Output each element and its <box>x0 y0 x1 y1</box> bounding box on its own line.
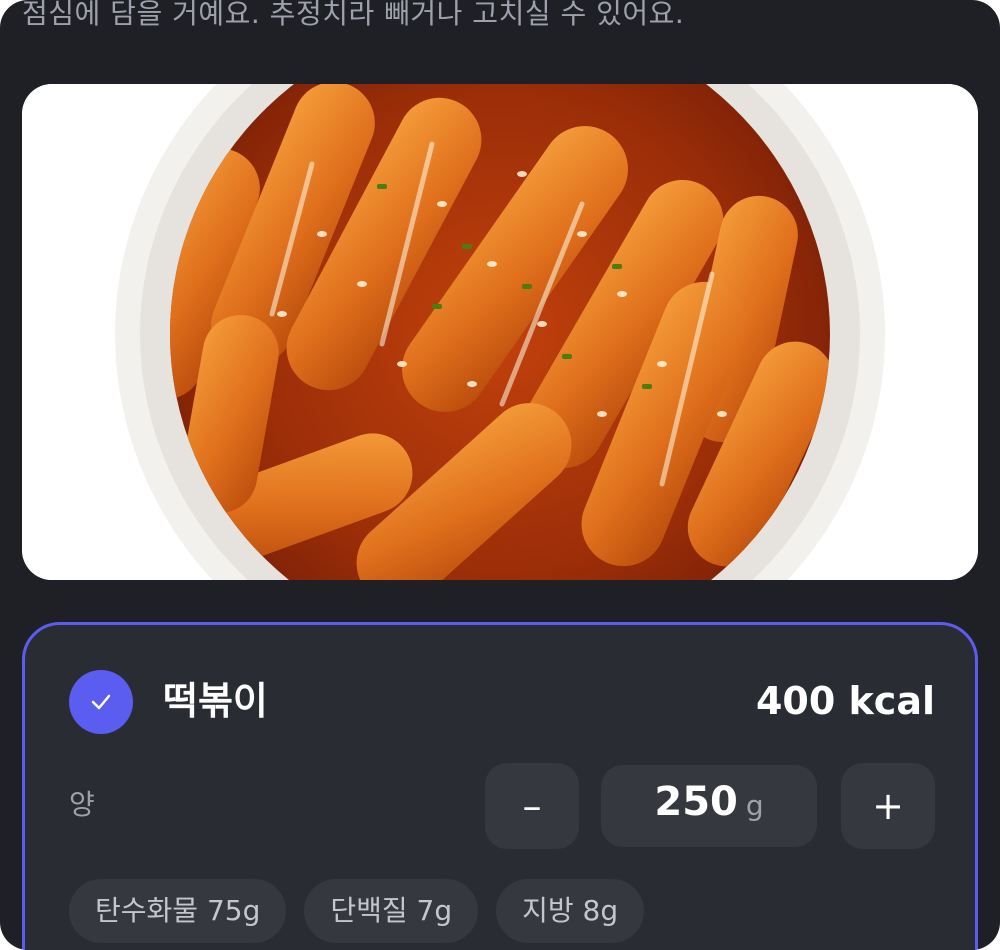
increment-quantity-button[interactable]: + <box>841 763 935 849</box>
tteokbokki-image <box>22 84 978 580</box>
quantity-value: 250 <box>654 779 738 825</box>
food-name: 떡볶이 <box>163 679 268 723</box>
app-screen: 점심에 담을 거예요. 추정치라 빼거나 고치실 수 있어요. 떡볶이 400 … <box>0 0 1000 950</box>
quantity-unit: g <box>745 789 764 822</box>
selected-checkbox[interactable] <box>69 670 133 734</box>
quantity-label: 양 <box>69 788 95 821</box>
nutrient-chip-carbs: 탄수화물 75g <box>69 879 287 943</box>
nutrient-chip-protein: 단백질 7g <box>304 879 479 943</box>
nutrient-chips: 탄수화물 75g 단백질 7g 지방 8g <box>69 879 645 943</box>
meal-subtitle: 점심에 담을 거예요. 추정치라 빼거나 고치실 수 있어요. <box>22 0 685 30</box>
decrement-quantity-button[interactable]: – <box>485 763 579 849</box>
quantity-stepper[interactable]: 250 g <box>601 765 817 847</box>
food-item-card[interactable]: 떡볶이 400 kcal 양 – 250 g + 탄수화물 75g 단백질 7g… <box>22 622 978 950</box>
food-photo <box>22 84 978 580</box>
checkmark-icon <box>91 694 111 710</box>
nutrient-chip-fat: 지방 8g <box>496 879 645 943</box>
calorie-value: 400 kcal <box>755 679 935 723</box>
